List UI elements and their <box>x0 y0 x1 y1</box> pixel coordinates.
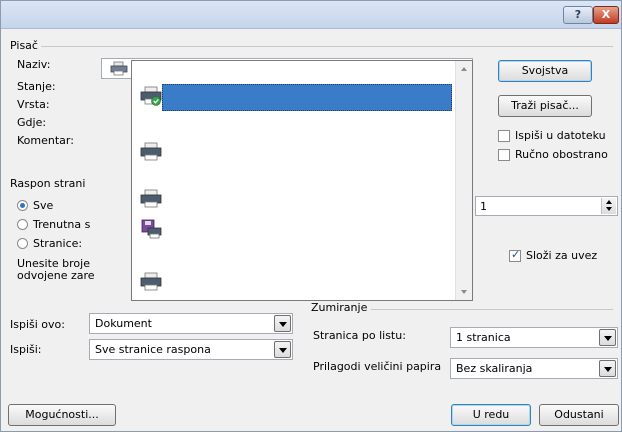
pages-per-sheet-label: Stranica po listu: <box>313 329 406 342</box>
title-bar: ? X <box>1 1 621 29</box>
print-what-value: Dokument <box>95 317 152 330</box>
printer-comment-label: Komentar: <box>17 134 74 147</box>
printer-type-label: Vrsta: <box>17 98 50 111</box>
copies-value: 1 <box>480 200 487 213</box>
range-hint-line2: odvojene zare <box>17 269 95 282</box>
cancel-button[interactable]: Odustani <box>539 404 619 426</box>
range-current-label: Trenutna s <box>33 218 91 231</box>
chevron-down-icon[interactable] <box>274 341 291 358</box>
print-option-label: Ispiši: <box>10 343 42 356</box>
scale-to-paper-value: Bez skaliranja <box>456 362 533 375</box>
range-all-label: Sve <box>33 199 54 212</box>
pages-per-sheet-value: 1 stranica <box>456 331 511 344</box>
options-button[interactable]: Mogućnosti... <box>8 404 116 426</box>
printer-group-divider <box>41 46 613 47</box>
zoom-group-divider <box>371 309 613 310</box>
printer-icon[interactable] <box>140 142 162 162</box>
zoom-group-label: Zumiranje <box>311 301 368 314</box>
print-option-select[interactable]: Sve stranice raspona <box>89 339 293 360</box>
close-button[interactable]: X <box>593 6 619 24</box>
printer-where-label: Gdje: <box>17 116 47 129</box>
print-what-label: Ispiši ovo: <box>10 318 65 331</box>
collate-label: Složi za uvez <box>526 249 598 262</box>
scale-to-paper-select[interactable]: Bez skaliranja <box>450 358 618 379</box>
print-what-select[interactable]: Dokument <box>89 313 293 334</box>
page-range-group-label: Raspon strani <box>10 177 86 190</box>
manual-duplex-checkbox[interactable] <box>498 149 510 161</box>
manual-duplex-label: Ručno obostrano <box>515 148 608 161</box>
printer-default-icon[interactable] <box>140 86 162 106</box>
printer-group-label: Pisač <box>10 39 38 52</box>
range-all-radio[interactable] <box>17 200 28 211</box>
printer-name-label: Naziv: <box>17 58 51 71</box>
printer-dropdown-list[interactable] <box>131 60 473 301</box>
fax-disk-icon[interactable] <box>140 219 162 239</box>
find-printer-button[interactable]: Traži pisač... <box>498 95 592 117</box>
selected-printer-item[interactable] <box>162 84 452 111</box>
spin-arrows-icon[interactable] <box>601 198 616 214</box>
properties-button[interactable]: Svojstva <box>498 60 592 82</box>
collate-checkbox[interactable] <box>509 248 521 262</box>
scroll-up-icon[interactable] <box>461 67 467 71</box>
range-current-radio[interactable] <box>17 219 28 230</box>
print-to-file-label: Ispiši u datoteku <box>515 129 606 142</box>
ok-button[interactable]: U redu <box>451 404 531 426</box>
print-option-value: Sve stranice raspona <box>95 343 211 356</box>
copies-spinner[interactable]: 1 <box>475 196 618 216</box>
pages-per-sheet-select[interactable]: 1 stranica <box>450 327 618 348</box>
printer-icon[interactable] <box>140 189 162 209</box>
help-button[interactable]: ? <box>563 6 593 24</box>
printer-small-icon <box>110 61 128 76</box>
range-pages-label: Stranice: <box>33 237 83 250</box>
chevron-down-icon[interactable] <box>274 315 291 332</box>
scroll-down-icon[interactable] <box>461 290 467 294</box>
printer-status-label: Stanje: <box>17 80 56 93</box>
print-dialog: ? X Pisač Naziv: Stanje: Vrsta: Gdje: Ko… <box>0 0 622 432</box>
chevron-down-icon[interactable] <box>599 329 616 346</box>
scale-to-paper-label: Prilagodi veličini papira <box>313 360 442 373</box>
dropdown-scrollbar[interactable] <box>455 61 472 300</box>
print-to-file-checkbox[interactable] <box>498 130 510 142</box>
printer-icon[interactable] <box>140 272 162 292</box>
chevron-down-icon[interactable] <box>599 360 616 377</box>
range-pages-radio[interactable] <box>17 238 28 249</box>
